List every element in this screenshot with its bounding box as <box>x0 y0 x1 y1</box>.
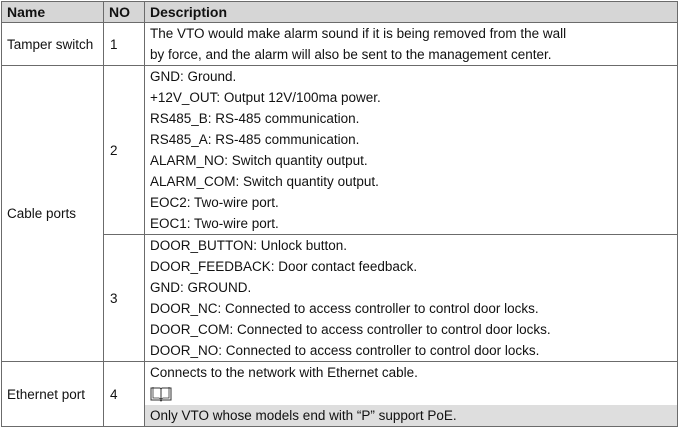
description-line: EOC2: Two-wire port. <box>150 195 279 210</box>
row-number: 1 <box>103 22 145 66</box>
description-line: DOOR_COM: Connected to access controller… <box>150 322 551 337</box>
row-name-cell: Cable ports <box>1 65 104 362</box>
description-line: GND: GROUND. <box>150 280 252 295</box>
row-name-cell: Ethernet port <box>1 361 104 427</box>
description-line: GND: Ground. <box>150 69 237 84</box>
description-line: RS485_A: RS-485 communication. <box>150 132 360 147</box>
header-no: NO <box>103 1 145 23</box>
description-line: +12V_OUT: Output 12V/100ma power. <box>150 90 381 105</box>
description-line: The VTO would make alarm sound if it is … <box>150 26 567 41</box>
description-line: DOOR_FEEDBACK: Door contact feedback. <box>150 259 418 274</box>
row-number: 4 <box>103 361 145 427</box>
row-name: Cable ports <box>7 206 77 221</box>
description-line: EOC1: Two-wire port. <box>150 216 279 231</box>
row-number: 3 <box>103 234 145 362</box>
table-row-ethernet-port: Ethernet port 4 Connects to the network … <box>1 361 678 427</box>
row-name-cell: Tamper switch <box>1 22 104 66</box>
poe-note: Only VTO whose models end with “P” suppo… <box>145 405 677 426</box>
row-description: DOOR_BUTTON: Unlock button. DOOR_FEEDBAC… <box>144 234 678 362</box>
row-description: Connects to the network with Ethernet ca… <box>144 361 678 427</box>
row-number: 2 <box>103 65 145 235</box>
open-book-icon <box>150 383 672 405</box>
row-description: GND: Ground. +12V_OUT: Output 12V/100ma … <box>144 65 678 235</box>
description-line: Connects to the network with Ethernet ca… <box>150 365 418 380</box>
row-name: Tamper switch <box>7 36 94 52</box>
table-row-tamper-switch: Tamper switch 1 The VTO would make alarm… <box>1 22 678 66</box>
description-line: DOOR_NO: Connected to access controller … <box>150 343 540 358</box>
description-line: by force, and the alarm will also be sen… <box>150 47 552 62</box>
port-description-table: Name NO Description Tamper switch 1 The … <box>1 1 678 427</box>
row-name: Ethernet port <box>7 386 86 402</box>
document-page: Name NO Description Tamper switch 1 The … <box>0 0 681 438</box>
description-line: ALARM_NO: Switch quantity output. <box>150 153 368 168</box>
header-name: Name <box>1 1 104 23</box>
description-line: RS485_B: RS-485 communication. <box>150 111 360 126</box>
table-row-cable-ports-2: Cable ports 2 GND: Ground. +12V_OUT: Out… <box>1 65 678 362</box>
table-row-cable-ports-3: 3 DOOR_BUTTON: Unlock button. DOOR_FEEDB… <box>2 234 678 362</box>
description-line: DOOR_BUTTON: Unlock button. <box>150 238 348 253</box>
header-description: Description <box>144 1 678 23</box>
row-description: The VTO would make alarm sound if it is … <box>144 22 678 66</box>
description-line: ALARM_COM: Switch quantity output. <box>150 174 379 189</box>
description-line: DOOR_NC: Connected to access controller … <box>150 301 539 316</box>
table-header-row: Name NO Description <box>1 1 678 23</box>
